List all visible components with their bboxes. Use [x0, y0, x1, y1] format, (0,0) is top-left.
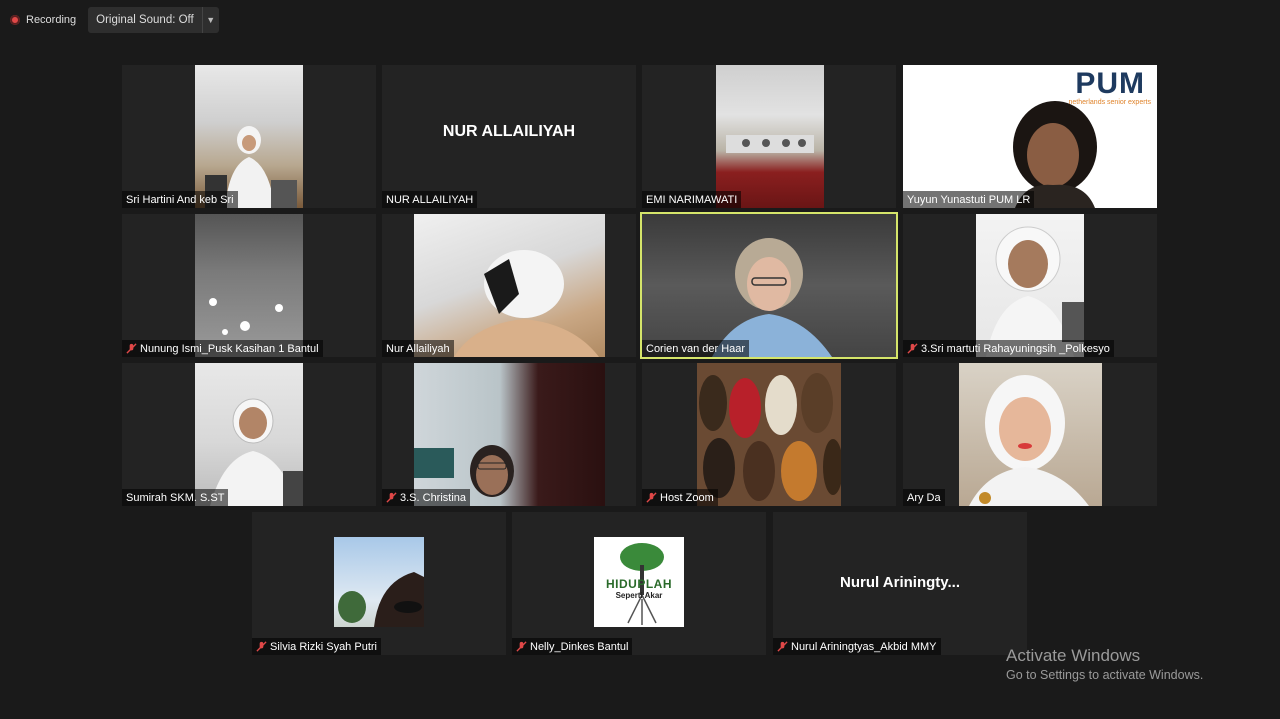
participant-name-label: Ary Da — [903, 489, 945, 506]
participant-name-label: Corien van der Haar — [642, 340, 750, 357]
muted-mic-icon — [516, 641, 527, 652]
person-silhouette-icon — [454, 250, 599, 357]
person-silhouette-icon — [969, 375, 1089, 506]
participant-tile[interactable]: 3.Sri martuti Rahayuningsih _Polkesyo — [903, 214, 1157, 357]
participant-tile[interactable]: EMI NARIMAWATI — [642, 65, 896, 208]
participant-video — [716, 65, 824, 208]
participant-avatar: HIDUPLAH Seperti Akar — [594, 537, 684, 627]
participant-video — [195, 214, 303, 357]
participant-video — [642, 214, 896, 357]
person-silhouette-icon — [210, 398, 303, 506]
muted-mic-icon — [256, 641, 267, 652]
person-silhouette-icon — [712, 238, 832, 357]
avatar-subtitle-text: Seperti Akar — [615, 591, 663, 600]
participant-tile[interactable]: Host Zoom — [642, 363, 896, 506]
participant-name-label: NUR ALLAILIYAH — [382, 191, 478, 208]
participant-display-name: Nurul Ariningty... — [840, 574, 960, 591]
participant-tile[interactable]: Silvia Rizki Syah Putri — [252, 512, 506, 655]
participant-tile[interactable]: Nurul Ariningty... Nurul Ariningtyas_Akb… — [773, 512, 1027, 655]
original-sound-control[interactable]: Original Sound: Off ▼ — [88, 7, 219, 33]
participant-tile[interactable]: Sumirah SKM. S.ST — [122, 363, 376, 506]
watermark-subtitle: Go to Settings to activate Windows. — [1006, 668, 1204, 682]
participant-tile[interactable]: Nur Allailiyah — [382, 214, 636, 357]
recording-indicator[interactable]: Recording — [6, 14, 80, 26]
participant-tile[interactable]: PUM netherlands senior experts Yuyun Yun… — [903, 65, 1157, 208]
muted-mic-icon — [907, 343, 918, 354]
participant-tile-active-speaker[interactable]: Corien van der Haar — [640, 212, 898, 359]
participant-name-label: Yuyun Yunastuti PUM LR — [903, 191, 1035, 208]
recording-label: Recording — [26, 14, 77, 26]
person-silhouette-icon — [414, 445, 514, 497]
participant-name-label: Silvia Rizki Syah Putri — [252, 638, 381, 655]
participant-tile[interactable]: Ary Da — [903, 363, 1157, 506]
original-sound-button[interactable]: Original Sound: Off — [88, 14, 202, 26]
windows-activation-watermark: Activate Windows Go to Settings to activ… — [1006, 646, 1203, 682]
avatar-title-text: HIDUPLAH — [606, 577, 672, 591]
muted-mic-icon — [777, 641, 788, 652]
pum-logo: PUM — [1075, 67, 1145, 100]
record-dot-icon — [10, 15, 20, 25]
ceiling-lights-icon — [209, 298, 283, 335]
meeting-topbar: Recording Original Sound: Off ▼ — [6, 6, 219, 34]
participant-video — [976, 214, 1084, 357]
participant-video — [697, 363, 841, 506]
participant-avatar — [334, 537, 424, 627]
person-silhouette-icon — [338, 572, 424, 627]
person-silhouette-icon — [205, 126, 297, 208]
participant-name-label: Nunung Ismi_Pusk Kasihan 1 Bantul — [122, 340, 323, 357]
person-silhouette-icon — [986, 226, 1084, 357]
participant-name-label: Host Zoom — [642, 489, 718, 506]
muted-mic-icon — [126, 343, 137, 354]
muted-mic-icon — [386, 492, 397, 503]
participant-name-label: Sumirah SKM. S.ST — [122, 489, 229, 506]
participant-display-name: NUR ALLAILIYAH — [442, 123, 576, 140]
participant-tile[interactable]: Sri Hartini And keb Sri — [122, 65, 376, 208]
muted-mic-icon — [646, 492, 657, 503]
participant-name-label: Sri Hartini And keb Sri — [122, 191, 238, 208]
participant-video — [414, 214, 605, 357]
participant-video — [414, 363, 605, 506]
participant-tile[interactable]: Nunung Ismi_Pusk Kasihan 1 Bantul — [122, 214, 376, 357]
participant-tile[interactable]: 3.S. Christina — [382, 363, 636, 506]
watermark-title: Activate Windows — [1006, 646, 1141, 665]
participant-name-label: 3.S. Christina — [382, 489, 471, 506]
participant-video — [959, 363, 1102, 506]
spices-image-icon — [699, 373, 841, 501]
participant-name-label: Nelly_Dinkes Bantul — [512, 638, 633, 655]
participant-name-label: 3.Sri martuti Rahayuningsih _Polkesyo — [903, 340, 1114, 357]
meeting-room-icon — [726, 135, 814, 153]
participant-tile[interactable]: NUR ALLAILIYAH NUR ALLAILIYAH — [382, 65, 636, 208]
participant-name-label: EMI NARIMAWATI — [642, 191, 742, 208]
participant-name-label: Nurul Ariningtyas_Akbid MMY — [773, 638, 941, 655]
participant-name-label: Nur Allailiyah — [382, 340, 454, 357]
chevron-down-icon[interactable]: ▼ — [201, 7, 219, 33]
participant-video — [195, 65, 303, 208]
participant-video — [195, 363, 303, 506]
participant-tile[interactable]: HIDUPLAH Seperti Akar Nelly_Dinkes Bantu… — [512, 512, 766, 655]
